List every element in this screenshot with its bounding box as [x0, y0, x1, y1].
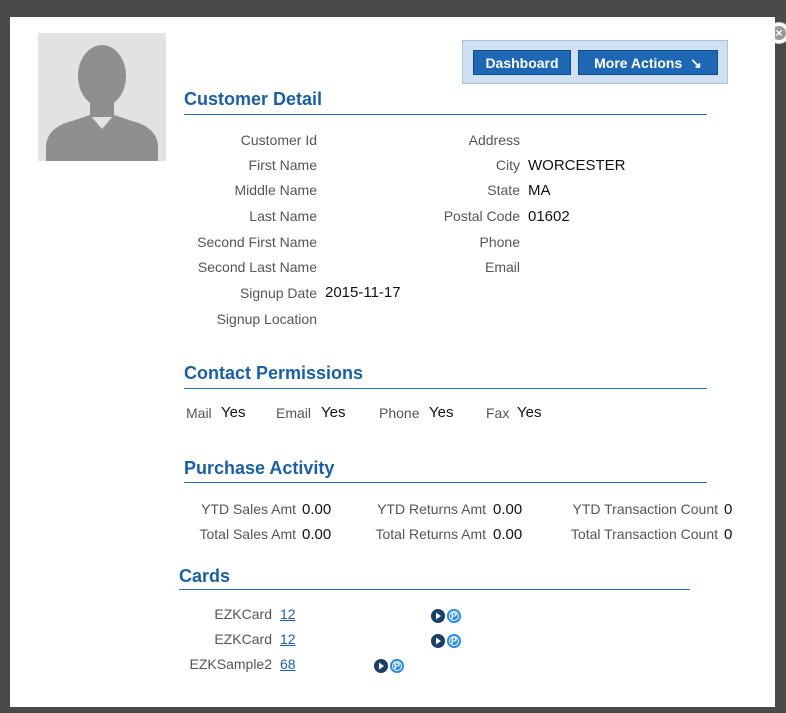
label-ytd-sales-amt: YTD Sales Amt [201, 501, 296, 517]
label-last-name: Last Name [249, 208, 317, 224]
label-second-last-name: Second Last Name [197, 259, 317, 275]
label-signup-date: Signup Date [239, 285, 317, 301]
label-mail: Mail [186, 405, 212, 421]
value-fax: Yes [517, 404, 542, 421]
section-title-purchase-activity: Purchase Activity [184, 458, 335, 478]
avatar [38, 33, 166, 161]
arrow-right-circle-icon[interactable] [374, 659, 388, 673]
label-middle-name: Middle Name [234, 182, 317, 198]
more-actions-label: More Actions [594, 55, 683, 71]
value-ytd-returns-amt: 0.00 [493, 501, 523, 518]
card-number-link[interactable]: 12 [280, 631, 296, 647]
dashboard-button[interactable]: Dashboard [473, 50, 571, 75]
action-bar: Dashboard More Actions ↘ [462, 40, 728, 84]
label-email-permission: Email [276, 405, 312, 421]
value-city: WORCESTER [528, 157, 626, 174]
label-email: Email [484, 259, 520, 275]
label-city: City [495, 157, 520, 173]
value-email-permission: Yes [321, 404, 346, 421]
value-total-sales-amt: 0.00 [302, 526, 332, 543]
card-number-link[interactable]: 68 [280, 656, 296, 672]
label-postal-code: Postal Code [443, 208, 520, 224]
label-fax: Fax [486, 405, 510, 421]
label-total-returns-amt: Total Returns Amt [375, 526, 487, 542]
arrow-right-circle-icon[interactable] [431, 634, 445, 648]
value-total-transaction-count: 0 [724, 526, 733, 543]
label-address: Address [468, 132, 520, 148]
divider [184, 482, 707, 483]
card-type: EZKCard [214, 606, 272, 622]
value-phone-permission: Yes [429, 404, 454, 421]
label-first-name: First Name [248, 157, 317, 173]
points-icon[interactable]: P [447, 609, 461, 623]
label-signup-location: Signup Location [216, 311, 317, 327]
card-type: EZKCard [214, 631, 272, 647]
person-silhouette-icon [46, 45, 158, 161]
divider [184, 388, 707, 389]
label-ytd-returns-amt: YTD Returns Amt [377, 501, 486, 517]
card-type: EZKSample2 [189, 656, 272, 672]
value-mail: Yes [221, 404, 246, 421]
label-total-transaction-count: Total Transaction Count [570, 526, 718, 542]
value-postal-code: 01602 [528, 208, 570, 225]
card-number-link[interactable]: 12 [280, 606, 296, 622]
value-signup-date: 2015-11-17 [325, 284, 401, 301]
arrow-down-right-icon: ↘ [690, 55, 702, 71]
label-customer-id: Customer Id [240, 132, 317, 148]
value-ytd-transaction-count: 0 [724, 501, 733, 518]
label-phone-permission: Phone [379, 405, 420, 421]
section-title-contact-permissions: Contact Permissions [184, 363, 364, 383]
value-ytd-sales-amt: 0.00 [302, 501, 332, 518]
points-icon[interactable]: P [390, 659, 404, 673]
label-total-sales-amt: Total Sales Amt [199, 526, 297, 542]
section-title-cards: Cards [179, 566, 231, 586]
value-state: MA [528, 182, 551, 199]
section-title-customer-detail: Customer Detail [184, 89, 323, 109]
value-total-returns-amt: 0.00 [493, 526, 523, 543]
points-icon[interactable]: P [447, 634, 461, 648]
label-phone: Phone [479, 234, 520, 250]
arrow-right-circle-icon[interactable] [431, 609, 445, 623]
divider [184, 114, 707, 115]
label-state: State [487, 182, 520, 198]
label-second-first-name: Second First Name [197, 234, 317, 250]
label-ytd-transaction-count: YTD Transaction Count [572, 501, 718, 517]
more-actions-button[interactable]: More Actions ↘ [578, 50, 718, 75]
divider [179, 589, 690, 590]
